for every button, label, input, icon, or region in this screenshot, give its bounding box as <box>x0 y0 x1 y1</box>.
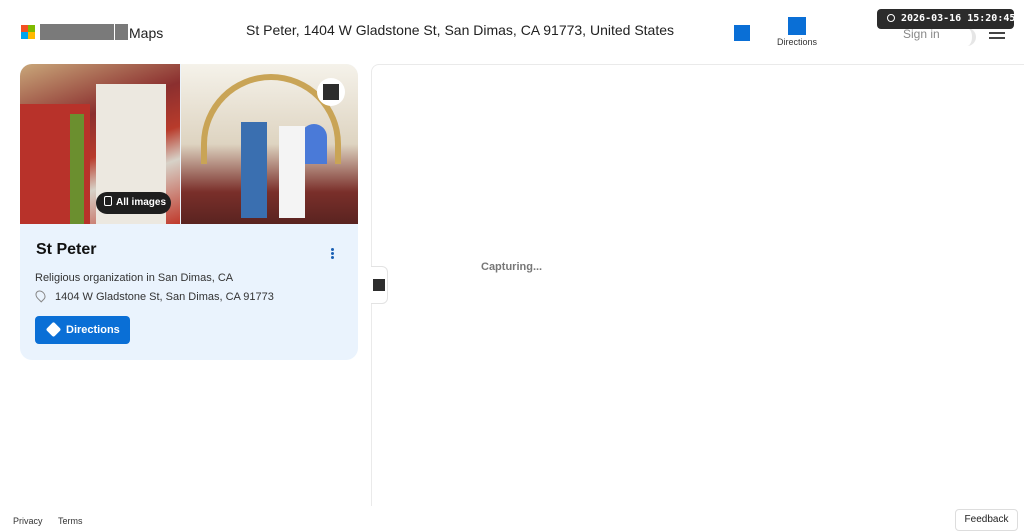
carousel-indicator[interactable] <box>264 214 297 224</box>
place-address[interactable]: 1404 W Gladstone St, San Dimas, CA 91773 <box>55 291 274 303</box>
header-directions-button[interactable]: Directions <box>772 17 822 53</box>
header: Maps St Peter, 1404 W Gladstone St, San … <box>0 0 1024 64</box>
place-card: All images St Peter Religious organizati… <box>20 64 358 360</box>
brand-name[interactable]: Maps <box>129 25 163 41</box>
collapse-panel-button[interactable] <box>371 266 388 304</box>
photo-carousel[interactable]: All images <box>20 64 358 224</box>
feedback-button[interactable]: Feedback <box>955 509 1018 531</box>
microsoft-logo-icon[interactable] <box>21 25 35 39</box>
timestamp-text: 2026-03-16 15:20:45 <box>901 13 1016 24</box>
image-icon <box>104 196 112 206</box>
brand-redacted-2 <box>115 24 128 40</box>
collapse-icon <box>373 279 385 291</box>
map-panel[interactable] <box>371 64 1024 506</box>
all-images-button[interactable]: All images <box>96 192 171 214</box>
place-category: Religious organization in San Dimas, CA <box>35 272 234 284</box>
directions-button[interactable]: Directions <box>35 316 130 344</box>
photo-expand-button[interactable] <box>317 78 345 106</box>
directions-icon <box>45 321 62 338</box>
terms-link[interactable]: Terms <box>58 516 83 526</box>
more-options-icon[interactable] <box>331 248 335 262</box>
page-title: St Peter, 1404 W Gladstone St, San Dimas… <box>246 22 675 38</box>
sign-in-link[interactable]: Sign in <box>903 27 940 41</box>
route-icon[interactable] <box>734 25 750 41</box>
expand-icon <box>323 84 339 100</box>
place-name: St Peter <box>36 241 97 258</box>
brand-redacted <box>40 24 114 40</box>
header-directions-label: Directions <box>776 37 817 47</box>
directions-icon <box>788 17 806 35</box>
location-pin-icon <box>33 288 48 303</box>
decorative-arc <box>952 28 976 46</box>
map-status-text: Capturing... <box>481 261 543 273</box>
clock-icon <box>887 14 895 22</box>
directions-button-label: Directions <box>66 324 120 336</box>
timestamp-badge: 2026-03-16 15:20:45 <box>877 9 1016 29</box>
footer: Privacy Terms <box>0 506 1024 532</box>
all-images-label: All images <box>116 197 167 208</box>
privacy-link[interactable]: Privacy <box>13 516 43 526</box>
